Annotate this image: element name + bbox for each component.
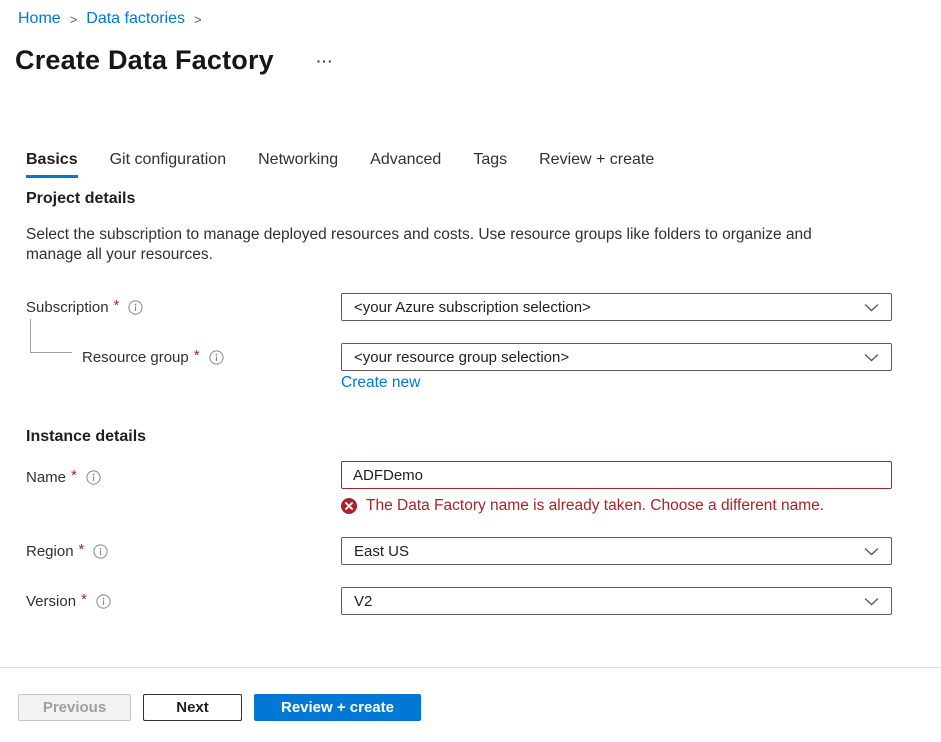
- error-icon: [341, 498, 357, 514]
- info-icon[interactable]: [128, 300, 143, 315]
- subscription-label: Subscription *: [26, 297, 143, 317]
- section-heading-project-details: Project details: [26, 190, 135, 208]
- page-title: Create Data Factory: [15, 45, 274, 76]
- tab-advanced[interactable]: Advanced: [370, 151, 441, 178]
- tab-review-create[interactable]: Review + create: [539, 151, 654, 178]
- required-asterisk: *: [81, 591, 87, 608]
- chevron-right-icon: >: [70, 11, 78, 27]
- create-data-factory-page: Home > Data factories > Create Data Fact…: [0, 0, 941, 742]
- name-label: Name *: [26, 467, 101, 487]
- info-icon[interactable]: [93, 544, 108, 559]
- chevron-right-icon: >: [194, 11, 202, 27]
- parent-child-connector-line: [30, 319, 72, 353]
- version-dropdown-value: V2: [354, 593, 372, 610]
- tab-git-configuration[interactable]: Git configuration: [110, 151, 227, 178]
- tab-bar: Basics Git configuration Networking Adva…: [26, 151, 654, 178]
- chevron-down-icon: [864, 353, 879, 362]
- section-heading-instance-details: Instance details: [26, 428, 146, 446]
- info-icon[interactable]: [86, 470, 101, 485]
- required-asterisk: *: [71, 467, 77, 484]
- name-error-text: The Data Factory name is already taken. …: [366, 497, 824, 515]
- required-asterisk: *: [114, 297, 120, 314]
- resource-group-dropdown-value: <your resource group selection>: [354, 349, 569, 366]
- name-label-text: Name: [26, 469, 66, 486]
- create-new-link[interactable]: Create new: [341, 374, 420, 392]
- name-error: The Data Factory name is already taken. …: [341, 497, 824, 515]
- region-label-text: Region: [26, 543, 74, 560]
- required-asterisk: *: [194, 347, 200, 364]
- info-icon[interactable]: [96, 594, 111, 609]
- resource-group-label: Resource group *: [82, 347, 224, 367]
- region-dropdown[interactable]: East US: [341, 537, 892, 565]
- breadcrumb: Home > Data factories >: [18, 10, 202, 28]
- region-label: Region *: [26, 541, 108, 561]
- version-label: Version *: [26, 591, 111, 611]
- name-input[interactable]: [341, 461, 892, 489]
- review-create-button[interactable]: Review + create: [254, 694, 421, 721]
- footer-divider: [0, 667, 941, 668]
- next-button[interactable]: Next: [143, 694, 242, 721]
- chevron-down-icon: [864, 547, 879, 556]
- version-label-text: Version: [26, 593, 76, 610]
- breadcrumb-link-data-factories[interactable]: Data factories: [86, 10, 185, 28]
- subscription-dropdown[interactable]: <your Azure subscription selection>: [341, 293, 892, 321]
- info-icon[interactable]: [209, 350, 224, 365]
- subscription-dropdown-value: <your Azure subscription selection>: [354, 299, 591, 316]
- tab-networking[interactable]: Networking: [258, 151, 338, 178]
- version-dropdown[interactable]: V2: [341, 587, 892, 615]
- breadcrumb-link-home[interactable]: Home: [18, 10, 61, 28]
- region-dropdown-value: East US: [354, 543, 409, 560]
- required-asterisk: *: [79, 541, 85, 558]
- chevron-down-icon: [864, 303, 879, 312]
- resource-group-dropdown[interactable]: <your resource group selection>: [341, 343, 892, 371]
- resource-group-label-text: Resource group: [82, 349, 189, 366]
- project-details-description: Select the subscription to manage deploy…: [26, 225, 860, 265]
- tab-basics[interactable]: Basics: [26, 151, 78, 178]
- tab-tags[interactable]: Tags: [473, 151, 507, 178]
- more-options-ellipsis-icon[interactable]: ···: [311, 52, 339, 70]
- chevron-down-icon: [864, 597, 879, 606]
- previous-button[interactable]: Previous: [18, 694, 131, 721]
- subscription-label-text: Subscription: [26, 299, 109, 316]
